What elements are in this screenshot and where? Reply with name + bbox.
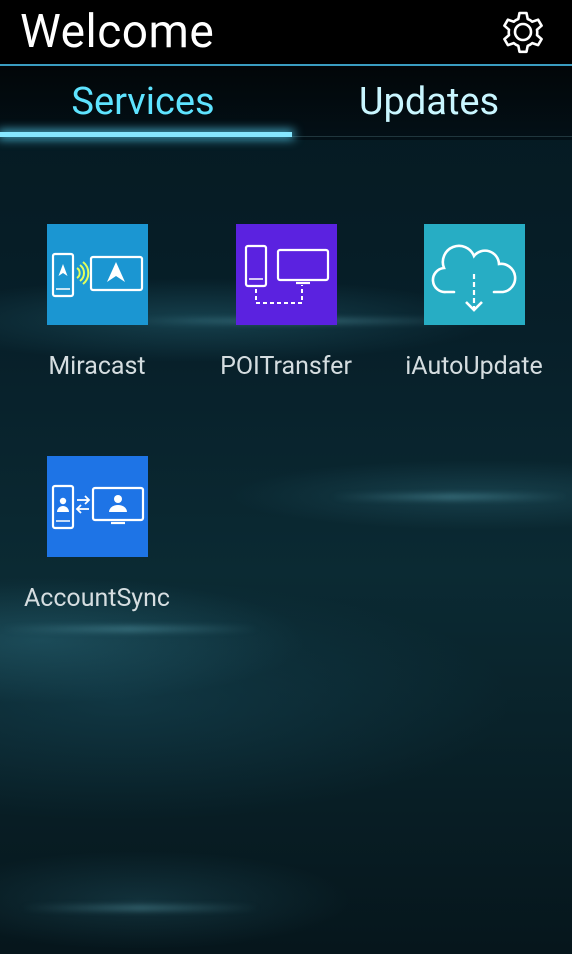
service-label: AccountSync <box>23 584 171 613</box>
service-poi-transfer[interactable]: POITransfer <box>191 224 381 414</box>
tab-bar: Services Updates <box>0 66 572 140</box>
background-streak <box>330 494 570 500</box>
app-header: Welcome <box>0 0 572 66</box>
tab-selected-indicator <box>0 132 292 137</box>
page-title: Welcome <box>20 5 215 59</box>
tab-divider <box>292 136 572 137</box>
service-miracast[interactable]: Miracast <box>2 224 192 414</box>
service-label: POITransfer <box>220 352 352 381</box>
account-sync-icon <box>47 456 148 557</box>
service-account-sync[interactable]: AccountSync <box>2 456 192 646</box>
settings-button[interactable] <box>497 7 549 59</box>
screen: Welcome Services Updates Miracast POITra… <box>0 0 572 954</box>
background-streak <box>20 905 260 911</box>
miracast-icon <box>47 224 148 325</box>
poi-transfer-icon <box>236 224 337 325</box>
tab-services[interactable]: Services <box>0 66 286 138</box>
gear-icon <box>503 11 543 54</box>
service-label: iAutoUpdate <box>405 352 543 381</box>
cloud-download-icon <box>424 224 525 325</box>
tab-updates[interactable]: Updates <box>286 66 572 138</box>
service-label: Miracast <box>48 352 146 381</box>
service-iautoupdate[interactable]: iAutoUpdate <box>379 224 569 414</box>
